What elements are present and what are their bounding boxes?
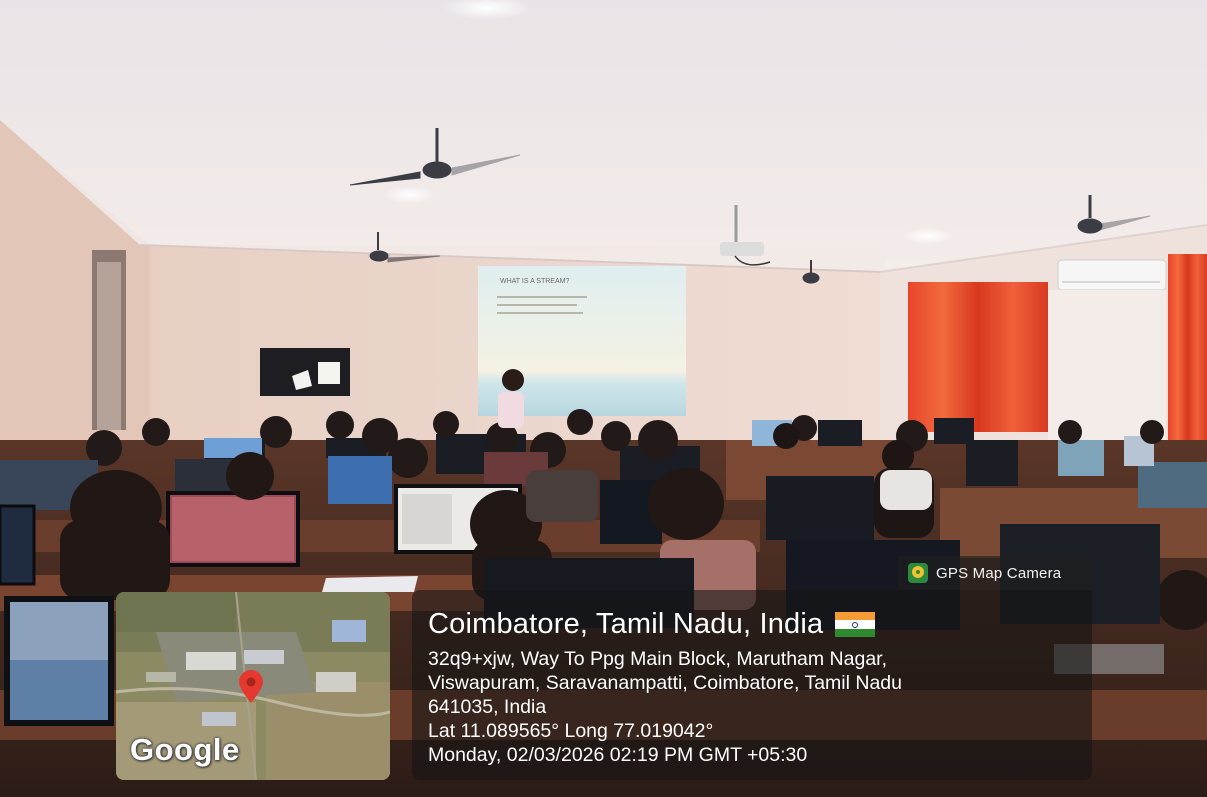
address-line: Viswapuram, Saravanampatti, Coimbatore, …	[428, 672, 902, 694]
india-flag-icon	[835, 611, 876, 638]
slide-title: WHAT IS A STREAM?	[500, 278, 570, 285]
address-line: 32q9+xjw, Way To Ppg Main Block, Marutha…	[428, 648, 888, 670]
location-title: Coimbatore, Tamil Nadu, India	[428, 608, 824, 640]
coordinates: Lat 11.089565° Long 77.019042°	[428, 720, 714, 742]
gps-badge-label: GPS Map Camera	[936, 564, 1062, 582]
gps-map-camera-logo-icon	[908, 563, 928, 583]
gps-camera-badge: GPS Map Camera	[898, 556, 1092, 590]
map-pin-icon	[239, 670, 263, 703]
google-logo: Google	[130, 732, 240, 767]
address-line: 641035, India	[428, 696, 547, 718]
photo-scene: WHAT IS A STREAM? GPS Map Camera Google …	[0, 0, 1207, 797]
gps-location-panel: Coimbatore, Tamil Nadu, India 32q9+xjw, …	[412, 590, 1092, 780]
map-thumbnail: Google	[116, 592, 390, 780]
address-block: 32q9+xjw, Way To Ppg Main Block, Marutha…	[428, 647, 1076, 767]
datetime: Monday, 02/03/2026 02:19 PM GMT +05:30	[428, 744, 808, 766]
